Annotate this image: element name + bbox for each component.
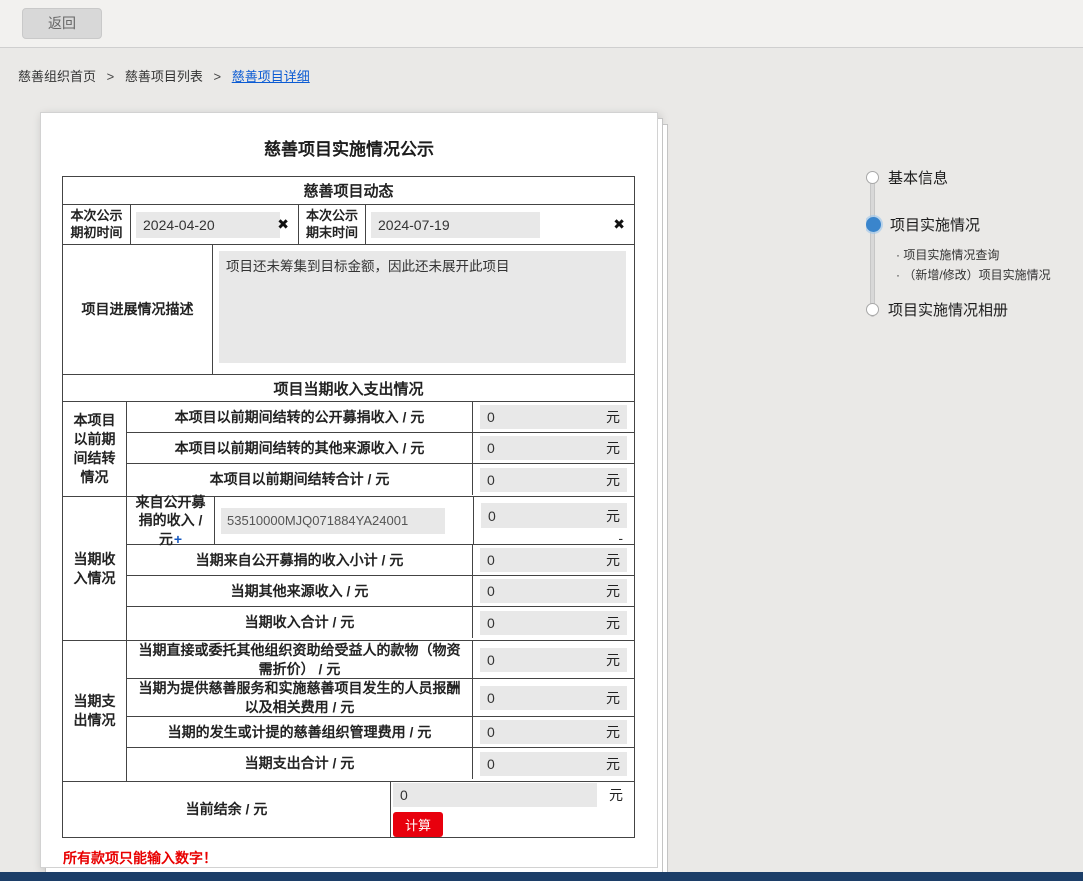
dynamics-section-header: 慈善项目动态: [303, 183, 394, 200]
disclosure-form-card: 慈善项目实施情况公示 慈善项目动态 本次公示期初时间 ✖ 本次公示期末时间 ✖ …: [40, 112, 658, 868]
unit-label: 元: [606, 471, 620, 488]
unit-label: 元: [606, 755, 620, 772]
income-expense-section-header: 项目当期收入支出情况: [273, 380, 424, 398]
stepper-track: [870, 177, 875, 317]
expense-aid-label: 当期直接或委托其他组织资助给受益人的款物（物资需折价） / 元: [127, 641, 473, 678]
expense-group-label: 当期支出情况: [63, 641, 127, 781]
other-income-input[interactable]: [487, 583, 606, 599]
unit-label: 元: [606, 583, 620, 599]
page-title: 慈善项目实施情况公示: [264, 140, 434, 159]
top-toolbar: 返回: [0, 0, 1083, 48]
period-end-input[interactable]: [371, 211, 540, 238]
unit-label: 元: [606, 409, 620, 425]
period-start-input[interactable]: [136, 211, 280, 238]
carryover-other-income-label: 本项目以前期间结转的其他来源收入 / 元: [127, 433, 473, 463]
fundraising-code-input[interactable]: [221, 507, 445, 534]
numeric-only-warning: 所有款项只能输入数字！: [63, 850, 217, 866]
step-basic-info-label: 基本信息: [888, 170, 949, 187]
expense-admin-input[interactable]: [487, 724, 606, 740]
breadcrumb-home-link[interactable]: 慈善组织首页: [18, 69, 96, 84]
carryover-public-income-input[interactable]: [487, 409, 606, 425]
income-group-label: 当期收入情况: [63, 497, 127, 640]
disclosure-table: 慈善项目动态 本次公示期初时间 ✖ 本次公示期末时间 ✖ 项目进展情况描述 项目…: [62, 176, 635, 838]
unit-label: 元: [606, 440, 620, 456]
step-photo-album[interactable]: 项目实施情况相册: [866, 299, 1008, 320]
period-start-label: 本次公示期初时间: [63, 205, 131, 244]
substep-add-edit-status[interactable]: · （新增/修改）项目实施情况: [896, 266, 1051, 283]
unit-label: 元: [606, 507, 620, 524]
breadcrumb-project-list-link[interactable]: 慈善项目列表: [125, 69, 203, 84]
unit-label: 元: [606, 614, 620, 631]
unit-label: 元: [606, 724, 620, 740]
progress-description-label: 项目进展情况描述: [63, 245, 213, 374]
carryover-total-input[interactable]: [487, 471, 606, 488]
income-total-input[interactable]: [487, 614, 606, 631]
carryover-other-income-input[interactable]: [487, 440, 606, 456]
breadcrumb-project-detail-link[interactable]: 慈善项目详细: [232, 69, 310, 84]
period-start-cell: ✖: [131, 205, 299, 244]
public-income-subtotal-input[interactable]: [487, 552, 606, 568]
carryover-total-label: 本项目以前期间结转合计 / 元: [127, 464, 473, 495]
unit-label: 元: [609, 786, 623, 803]
income-total-label: 当期收入合计 / 元: [127, 607, 473, 638]
footer-bar: [0, 872, 1083, 881]
other-income-label: 当期其他来源收入 / 元: [127, 576, 473, 606]
public-fundraising-income-text: 来自公开募捐的收入 / 元: [135, 494, 206, 547]
progress-description-textarea[interactable]: 项目还未筹集到目标金额，因此还未展开此项目: [219, 251, 626, 363]
unit-label: 元: [606, 651, 620, 668]
balance-cell: 元 计算: [391, 782, 634, 837]
step-circle-icon: [866, 303, 879, 316]
remove-row-icon[interactable]: -: [618, 531, 623, 545]
balance-input[interactable]: [393, 782, 597, 807]
carryover-group-label: 本项目以前期间结转情况: [63, 402, 127, 496]
unit-label: 元: [606, 689, 620, 706]
clear-end-date-icon[interactable]: ✖: [613, 217, 625, 231]
calculate-button[interactable]: 计算: [393, 811, 444, 837]
public-fundraising-income-label: 来自公开募捐的收入 / 元+: [127, 494, 215, 547]
step-circle-icon: [866, 171, 879, 184]
carryover-public-income-label: 本项目以前期间结转的公开募捐收入 / 元: [127, 402, 473, 432]
substep-status-query[interactable]: · 项目实施情况查询: [896, 246, 999, 263]
public-income-amount-cell: 元 -: [474, 497, 634, 545]
expense-personnel-input[interactable]: [487, 689, 606, 706]
step-implementation-status-label: 项目实施情况: [890, 217, 981, 234]
public-income-subtotal-label: 当期来自公开募捐的收入小计 / 元: [127, 545, 473, 575]
breadcrumb-separator: >: [106, 69, 115, 84]
clear-start-date-icon[interactable]: ✖: [277, 217, 289, 231]
expense-total-input[interactable]: [487, 755, 606, 772]
back-button[interactable]: 返回: [22, 8, 102, 39]
period-end-label: 本次公示期末时间: [299, 205, 366, 244]
expense-admin-label: 当期的发生或计提的慈善组织管理费用 / 元: [127, 717, 473, 747]
step-basic-info[interactable]: 基本信息: [866, 167, 948, 188]
step-photo-album-label: 项目实施情况相册: [888, 302, 1009, 319]
period-end-cell: ✖: [366, 205, 634, 244]
progress-description-cell: 项目还未筹集到目标金额，因此还未展开此项目: [213, 245, 634, 374]
expense-aid-input[interactable]: [487, 651, 606, 668]
expense-total-label: 当期支出合计 / 元: [127, 748, 473, 779]
step-implementation-status[interactable]: 项目实施情况: [866, 214, 980, 235]
breadcrumb-separator: >: [213, 69, 222, 84]
breadcrumb: 慈善组织首页 > 慈善项目列表 > 慈善项目详细: [18, 66, 1083, 85]
expense-personnel-label: 当期为提供慈善服务和实施慈善项目发生的人员报酬以及相关费用 / 元: [127, 679, 473, 716]
step-circle-active-icon: [866, 217, 881, 232]
unit-label: 元: [606, 552, 620, 568]
fundraising-code-cell: [215, 497, 474, 544]
step-navigation: 基本信息 项目实施情况 · 项目实施情况查询 · （新增/修改）项目实施情况 项…: [866, 167, 1083, 339]
public-income-input[interactable]: [488, 507, 606, 524]
balance-label: 当前结余 / 元: [63, 782, 391, 837]
